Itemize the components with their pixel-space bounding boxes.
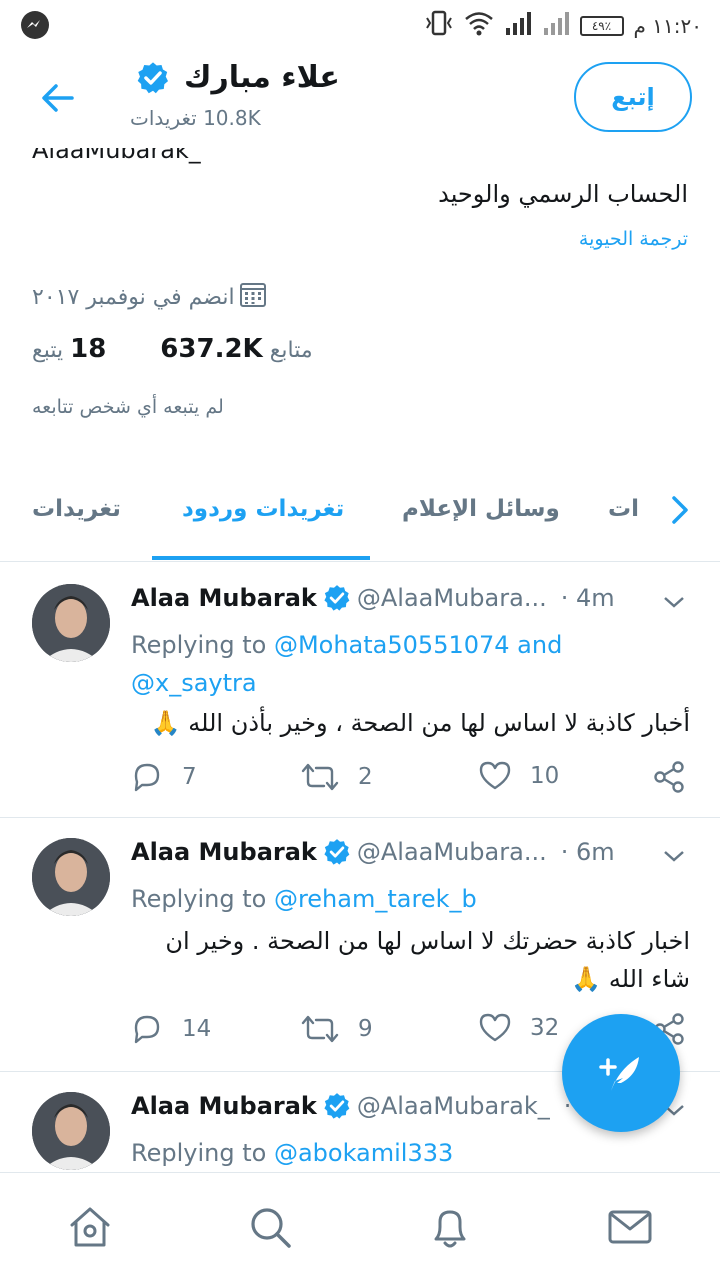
calendar-icon — [239, 280, 267, 314]
follow-button[interactable]: إتبع — [574, 62, 692, 132]
reply-mentions[interactable]: @abokamil333 — [274, 1139, 453, 1167]
retweet-count: 2 — [358, 764, 373, 790]
reply-icon — [134, 1015, 160, 1044]
signal-icon-2 — [542, 10, 570, 41]
heart-icon — [479, 1013, 511, 1042]
followers-you-know: لم يتبعه أي شخص تتابعه — [32, 396, 224, 418]
nav-home[interactable] — [66, 1203, 114, 1251]
retweet-icon — [301, 763, 339, 791]
bottom-navigation — [0, 1172, 720, 1280]
reply-mentions[interactable]: @reham_tarek_b — [274, 885, 477, 913]
avatar[interactable] — [32, 584, 110, 662]
mail-icon — [608, 1210, 652, 1244]
tweet-text: اخبار كاذبة حضرتك لا اساس لها من الصحة .… — [165, 927, 690, 993]
tweet-menu-button[interactable] — [662, 848, 686, 868]
retweet-icon — [301, 1015, 339, 1043]
tab-likes[interactable]: ات — [608, 496, 639, 522]
tweet-count: 10.8K تغريدات — [130, 106, 261, 130]
avatar[interactable] — [32, 1092, 110, 1170]
compose-feather-icon — [599, 1057, 639, 1091]
like-count: 10 — [530, 763, 560, 789]
wifi-icon — [464, 10, 494, 41]
tweet-menu-button[interactable] — [662, 594, 686, 614]
tweet-author-handle: @AlaaMubara... — [356, 584, 547, 612]
followers-stat[interactable]: متابع 637.2K — [160, 334, 312, 364]
like-button[interactable]: 10 — [478, 760, 559, 792]
heart-icon — [479, 761, 511, 790]
tweet-time: · 6m — [560, 838, 615, 866]
retweet-button[interactable]: 2 — [300, 760, 373, 794]
tweet-actions: 7 2 10 — [130, 760, 690, 800]
translate-bio-link[interactable]: ترجمة الحيوية — [579, 228, 688, 250]
verified-icon — [323, 1092, 351, 1120]
tab-tweets[interactable]: تغريدات — [32, 496, 121, 522]
joined-date: انضم في نوفمبر ٢٠١٧ — [32, 280, 267, 314]
following-stat[interactable]: 18 يتبع — [32, 334, 106, 364]
compose-tweet-button[interactable] — [562, 1014, 680, 1132]
reply-icon — [134, 763, 160, 792]
retweet-button[interactable]: 9 — [300, 1012, 373, 1046]
chevron-down-icon — [664, 851, 684, 862]
tweet-text: أخبار كاذبة لا اساس لها من الصحة ، وخير … — [150, 709, 690, 737]
header-title: علاء مبارك — [130, 60, 340, 95]
replying-to: Replying to @Mohata50551074 and @x_saytr… — [131, 631, 563, 697]
verified-icon — [323, 584, 351, 612]
bell-icon — [434, 1210, 466, 1248]
reply-count: 7 — [182, 764, 197, 790]
home-icon — [70, 1207, 110, 1247]
share-button[interactable] — [652, 760, 686, 794]
share-icon — [654, 761, 684, 793]
like-count: 32 — [530, 1015, 560, 1041]
tweet-author-name[interactable]: Alaa Mubarak — [131, 584, 317, 612]
active-tab-indicator — [152, 556, 370, 560]
profile-name: علاء مبارك — [184, 60, 340, 95]
tab-tweets-replies[interactable]: تغريدات وردود — [182, 496, 344, 522]
back-arrow-icon — [42, 84, 74, 112]
tab-media[interactable]: وسائل الإعلام — [402, 496, 560, 522]
reply-count: 14 — [182, 1016, 212, 1042]
battery-indicator: ٤٩٪ — [579, 15, 624, 36]
replying-to: Replying to @abokamil333 — [131, 1139, 454, 1167]
back-button[interactable] — [36, 76, 80, 120]
tweet-author-handle: @AlaaMubarak_ — [356, 1092, 550, 1120]
search-icon — [251, 1208, 291, 1248]
nav-notifications[interactable] — [426, 1203, 474, 1251]
verified-icon — [136, 61, 170, 95]
replying-to: Replying to @reham_tarek_b — [131, 885, 477, 913]
signal-icon — [504, 10, 532, 41]
profile-header: علاء مبارك 10.8K تغريدات إتبع — [0, 48, 720, 148]
profile-bio: الحساب الرسمي والوحيد — [438, 180, 688, 208]
clock: ١١:٢٠ م — [633, 13, 702, 38]
nav-messages[interactable] — [606, 1203, 654, 1251]
nav-search[interactable] — [246, 1203, 294, 1251]
follow-stats: متابع 637.2K 18 يتبع — [32, 334, 313, 364]
chevron-right-icon — [672, 496, 688, 524]
reply-button[interactable]: 7 — [130, 760, 197, 794]
profile-tabs: تغريدات تغريدات وردود وسائل الإعلام ات — [0, 470, 720, 562]
status-bar: ٤٩٪ ١١:٢٠ م — [0, 0, 720, 48]
like-button[interactable]: 32 — [478, 1012, 559, 1044]
tweet-author-name[interactable]: Alaa Mubarak — [131, 1092, 317, 1120]
retweet-count: 9 — [358, 1016, 373, 1042]
tabs-scroll-button[interactable] — [662, 490, 698, 530]
vibrate-icon — [424, 10, 454, 41]
tweet-item[interactable]: Alaa Mubarak @AlaaMubara... · 4m Replyin… — [0, 564, 720, 818]
verified-icon — [323, 838, 351, 866]
tweet-author-name[interactable]: Alaa Mubarak — [131, 838, 317, 866]
reply-button[interactable]: 14 — [130, 1012, 211, 1046]
chevron-down-icon — [664, 597, 684, 608]
tweet-author-handle: @AlaaMubara... — [356, 838, 547, 866]
avatar[interactable] — [32, 838, 110, 916]
messenger-icon — [20, 10, 50, 44]
tweet-time: · 4m — [560, 584, 615, 612]
